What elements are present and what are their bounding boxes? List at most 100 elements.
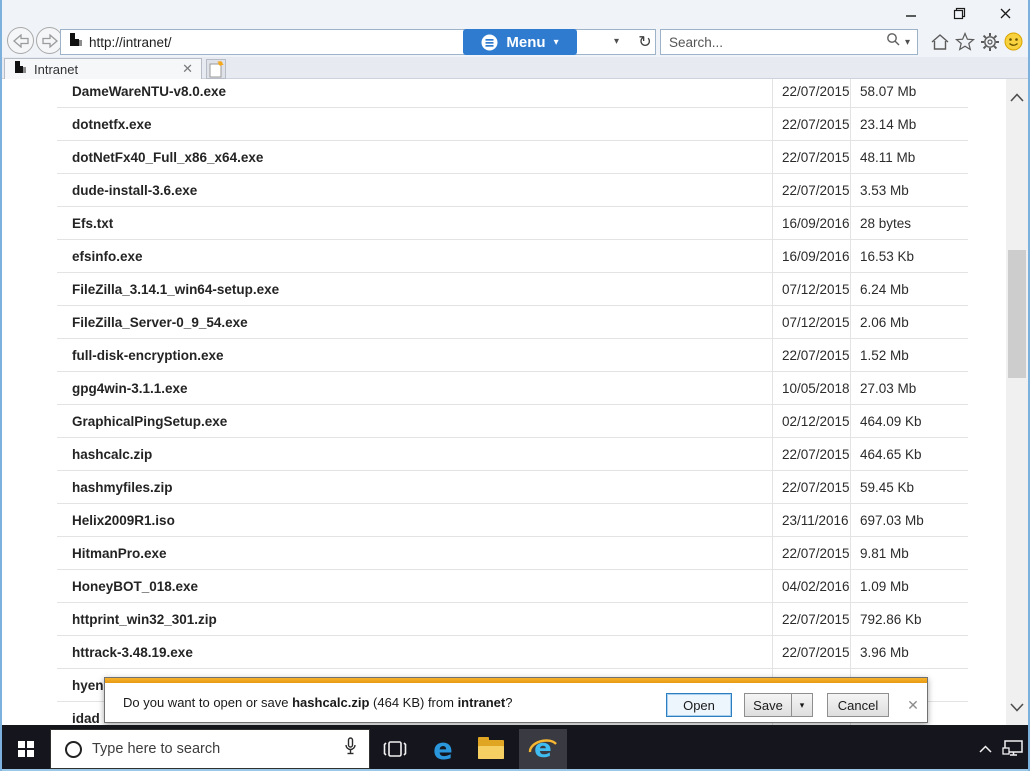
- file-size: 23.14 Mb: [850, 108, 968, 140]
- address-dropdown-icon[interactable]: ▾: [614, 36, 619, 47]
- vertical-scrollbar[interactable]: [1006, 79, 1028, 725]
- settings-button[interactable]: [978, 30, 1001, 53]
- tray-network-button[interactable]: [998, 729, 1028, 769]
- file-date: 22/07/2015: [772, 108, 850, 140]
- file-link[interactable]: HoneyBOT_018.exe: [57, 579, 772, 594]
- file-date: 22/07/2015: [772, 603, 850, 635]
- restore-button[interactable]: [942, 2, 976, 24]
- menu-label: Menu: [506, 33, 546, 51]
- save-dropdown-button[interactable]: ▾: [791, 693, 813, 717]
- file-link[interactable]: GraphicalPingSetup.exe: [57, 414, 772, 429]
- taskbar-search-placeholder: Type here to search: [92, 741, 221, 757]
- file-link[interactable]: dude-install-3.6.exe: [57, 183, 772, 198]
- file-date: 22/07/2015: [772, 438, 850, 470]
- gear-icon: [980, 32, 999, 51]
- file-size: 58.07 Mb: [850, 79, 968, 107]
- file-size: 27.03 Mb: [850, 372, 968, 404]
- windows-logo-icon: [18, 741, 34, 757]
- file-date: 10/05/2018: [772, 372, 850, 404]
- scroll-up-button[interactable]: [1006, 85, 1028, 109]
- file-link[interactable]: hashcalc.zip: [57, 447, 772, 462]
- taskbar-internet-explorer-button[interactable]: e: [519, 729, 567, 769]
- tab-close-icon[interactable]: ✕: [182, 61, 193, 77]
- task-view-button[interactable]: [372, 729, 418, 769]
- search-magnifier-icon[interactable]: [886, 32, 901, 52]
- file-size: 28 bytes: [850, 207, 968, 239]
- back-button[interactable]: [7, 27, 34, 54]
- file-date: 07/12/2015: [772, 273, 850, 305]
- browser-search-box[interactable]: Search... ▾: [660, 29, 918, 55]
- file-size: 16.53 Kb: [850, 240, 968, 272]
- favorites-button[interactable]: [953, 30, 976, 53]
- chevron-down-icon: [1010, 702, 1024, 712]
- file-date: 22/07/2015: [772, 537, 850, 569]
- file-size: 792.86 Kb: [850, 603, 968, 635]
- file-link[interactable]: Efs.txt: [57, 216, 772, 231]
- file-link[interactable]: FileZilla_Server-0_9_54.exe: [57, 315, 772, 330]
- file-date: 22/07/2015: [772, 636, 850, 668]
- download-notification-bar: Do you want to open or save hashcalc.zip…: [104, 677, 928, 723]
- save-button[interactable]: Save: [744, 693, 791, 717]
- file-size: 1.52 Mb: [850, 339, 968, 371]
- new-tab-button[interactable]: [206, 59, 226, 79]
- scroll-down-button[interactable]: [1006, 695, 1028, 719]
- taskbar-edge-button[interactable]: e: [420, 729, 466, 769]
- refresh-button[interactable]: ↻: [634, 31, 656, 53]
- file-size: 1.09 Mb: [850, 570, 968, 602]
- notification-close-icon[interactable]: ✕: [903, 695, 923, 715]
- file-link[interactable]: HitmanPro.exe: [57, 546, 772, 561]
- tab-intranet[interactable]: Intranet ✕: [4, 58, 202, 79]
- file-link[interactable]: efsinfo.exe: [57, 249, 772, 264]
- file-size: 9.81 Mb: [850, 537, 968, 569]
- internet-explorer-window: http://intranet/ Menu ▾ ▾ ↻ Search... ▾: [0, 0, 1030, 771]
- table-row: GraphicalPingSetup.exe 02/12/2015 464.09 K…: [57, 405, 968, 438]
- edge-icon: e: [433, 731, 453, 766]
- download-file-name: hashcalc.zip: [292, 694, 370, 710]
- open-button[interactable]: Open: [666, 693, 732, 717]
- title-bar: [2, 0, 1028, 26]
- taskbar-file-explorer-button[interactable]: [468, 729, 514, 769]
- file-link[interactable]: dotnetfx.exe: [57, 117, 772, 132]
- file-date: 16/09/2016: [772, 207, 850, 239]
- forward-button[interactable]: [36, 27, 63, 54]
- start-button[interactable]: [2, 729, 50, 769]
- file-date: 02/12/2015: [772, 405, 850, 437]
- scrollbar-thumb[interactable]: [1008, 250, 1026, 378]
- file-link[interactable]: dotNetFx40_Full_x86_x64.exe: [57, 150, 772, 165]
- file-size: 464.09 Kb: [850, 405, 968, 437]
- close-button[interactable]: [988, 2, 1022, 24]
- tab-bar: Intranet ✕: [2, 57, 1028, 79]
- home-button[interactable]: [928, 30, 951, 53]
- file-size: 3.53 Mb: [850, 174, 968, 206]
- file-link[interactable]: full-disk-encryption.exe: [57, 348, 772, 363]
- tray-show-hidden-icons-button[interactable]: [972, 729, 998, 769]
- file-date: 04/02/2016: [772, 570, 850, 602]
- table-row: Helix2009R1.iso 23/11/2016 697.03 Mb: [57, 504, 968, 537]
- cancel-button[interactable]: Cancel: [827, 693, 889, 717]
- file-date: 23/11/2016: [772, 504, 850, 536]
- table-row: dotNetFx40_Full_x86_x64.exe 22/07/2015 48.…: [57, 141, 968, 174]
- smiley-icon: [1004, 32, 1023, 51]
- network-icon: [1002, 740, 1023, 756]
- url-text[interactable]: http://intranet/: [89, 35, 172, 50]
- minimize-button[interactable]: [894, 2, 928, 24]
- file-link[interactable]: FileZilla_3.14.1_win64-setup.exe: [57, 282, 772, 297]
- svg-text:e: e: [534, 735, 552, 763]
- feedback-button[interactable]: [1002, 30, 1025, 53]
- file-size: 464.65 Kb: [850, 438, 968, 470]
- table-row: FileZilla_3.14.1_win64-setup.exe 07/12/20…: [57, 273, 968, 306]
- file-table: DameWareNTU-v8.0.exe 22/07/2015 58.07 Mb do…: [57, 79, 968, 725]
- file-size: 48.11 Mb: [850, 141, 968, 173]
- menu-button[interactable]: Menu ▾: [463, 29, 577, 55]
- file-link[interactable]: hashmyfiles.zip: [57, 480, 772, 495]
- file-link[interactable]: httprint_win32_301.zip: [57, 612, 772, 627]
- task-view-icon: [383, 741, 407, 757]
- taskbar-search-box[interactable]: Type here to search: [50, 729, 370, 769]
- search-dropdown-icon[interactable]: ▾: [905, 37, 910, 48]
- file-link[interactable]: DameWareNTU-v8.0.exe: [57, 84, 772, 99]
- file-link[interactable]: httrack-3.48.19.exe: [57, 645, 772, 660]
- file-link[interactable]: gpg4win-3.1.1.exe: [57, 381, 772, 396]
- microphone-icon[interactable]: [344, 737, 357, 761]
- forward-arrow-icon: [41, 33, 58, 48]
- file-link[interactable]: Helix2009R1.iso: [57, 513, 772, 528]
